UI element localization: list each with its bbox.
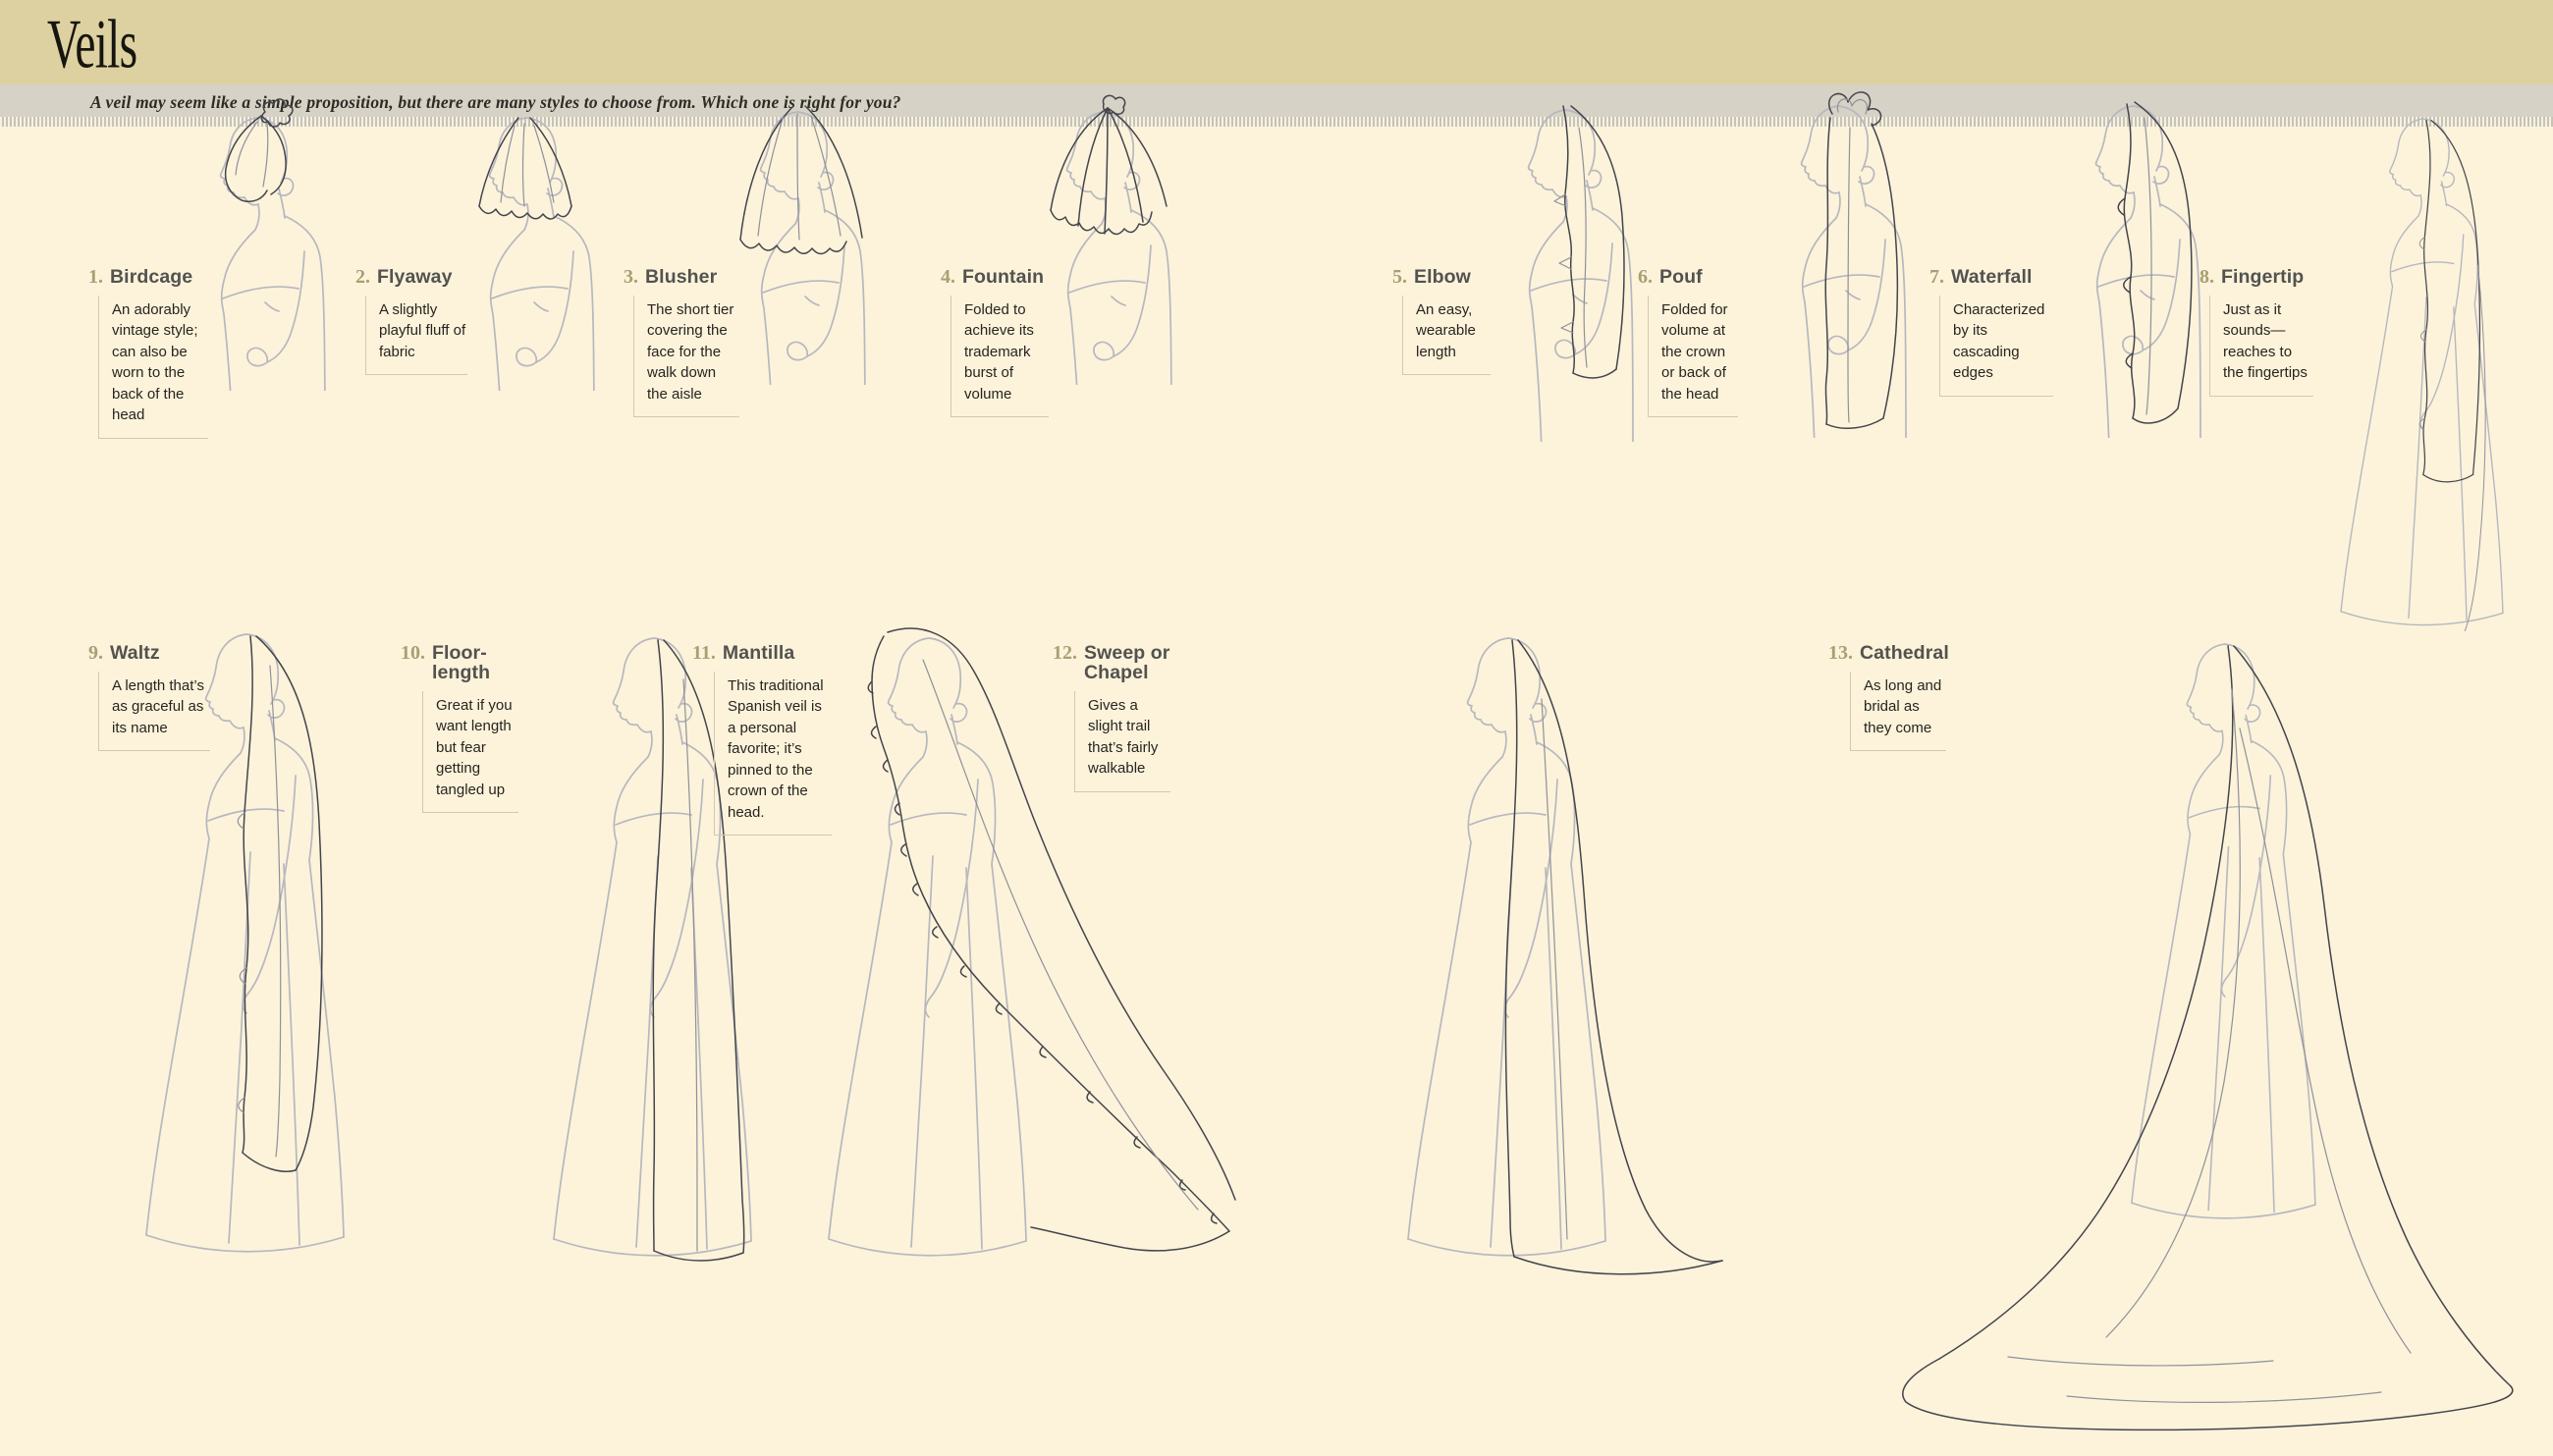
- veil-number: 13.: [1828, 643, 1853, 664]
- veil-entry-heading: 5. Elbow: [1392, 267, 1491, 288]
- veil-entry-birdcage: 1. Birdcage An adorably vintage style; c…: [88, 267, 208, 439]
- illustration-pouf: [1728, 84, 1934, 438]
- veil-number: 7.: [1929, 267, 1944, 288]
- veil-entry-heading: 3. Blusher: [624, 267, 739, 288]
- veil-description: Folded to achieve its trademark burst of…: [951, 296, 1049, 417]
- illustration-fingertip: [2306, 96, 2547, 660]
- veil-entry-heading: 4. Fountain: [941, 267, 1049, 288]
- veil-name: Waterfall: [1951, 267, 2033, 287]
- veil-entry-waltz: 9. Waltz A length that’s as graceful as …: [88, 643, 210, 751]
- veil-name: Fountain: [962, 267, 1044, 287]
- veil-entry-heading: 6. Pouf: [1638, 267, 1738, 288]
- veil-number: 9.: [88, 643, 103, 664]
- veil-entry-heading: 2. Flyaway: [355, 267, 467, 288]
- veil-entry-elbow: 5. Elbow An easy, wearable length: [1392, 267, 1491, 375]
- veil-description: An adorably vintage style; can also be w…: [98, 296, 208, 439]
- veil-number: 8.: [2200, 267, 2214, 288]
- veils-guide-page: Veils A veil may seem like a simple prop…: [0, 0, 2553, 1456]
- veil-entry-heading: 1. Birdcage: [88, 267, 208, 288]
- veil-name: Waltz: [110, 643, 160, 663]
- illustration-mantilla: [786, 611, 1257, 1298]
- veil-entry-heading: 9. Waltz: [88, 643, 210, 664]
- veil-name: Elbow: [1414, 267, 1471, 287]
- page-title: Veils: [47, 10, 136, 80]
- veil-entry-waterfall: 7. Waterfall Characterized by its cascad…: [1929, 267, 2053, 397]
- veil-number: 6.: [1638, 267, 1653, 288]
- veil-number: 5.: [1392, 267, 1407, 288]
- veil-number: 12.: [1053, 643, 1077, 664]
- veil-entry-cathedral: 13. Cathedral As long and bridal as they…: [1828, 643, 1949, 751]
- veil-entry-heading: 12. Sweep or Chapel: [1053, 643, 1180, 683]
- veil-description: Great if you want length but fear gettin…: [422, 691, 518, 813]
- illustration-waterfall: [2023, 84, 2229, 438]
- veil-description: This traditional Spanish veil is a perso…: [714, 672, 832, 836]
- veil-description: As long and bridal as they come: [1850, 672, 1946, 751]
- veil-entry-mantilla: 11. Mantilla This traditional Spanish ve…: [692, 643, 832, 836]
- veil-entry-fingertip: 8. Fingertip Just as it sounds— reaches …: [2200, 267, 2313, 397]
- veil-name: Floor-length: [432, 643, 503, 683]
- veil-number: 2.: [355, 267, 370, 288]
- veil-number: 3.: [624, 267, 638, 288]
- veil-entry-heading: 7. Waterfall: [1929, 267, 2053, 288]
- veil-description: Just as it sounds— reaches to the finger…: [2209, 296, 2313, 397]
- veil-number: 1.: [88, 267, 103, 288]
- veil-description: Characterized by its cascading edges: [1939, 296, 2053, 397]
- header-band: [0, 0, 2553, 84]
- veil-entry-floor-length: 10. Floor-length Great if you want lengt…: [401, 643, 518, 813]
- veil-name: Blusher: [645, 267, 717, 287]
- veil-name: Flyaway: [377, 267, 453, 287]
- veil-entry-flyaway: 2. Flyaway A slightly playful fluff of f…: [355, 267, 467, 375]
- veil-entry-fountain: 4. Fountain Folded to achieve its tradem…: [941, 267, 1049, 417]
- veil-description: A slightly playful fluff of fabric: [365, 296, 467, 375]
- veil-entry-heading: 8. Fingertip: [2200, 267, 2313, 288]
- veil-name: Sweep or Chapel: [1084, 643, 1180, 683]
- veil-description: An easy, wearable length: [1402, 296, 1491, 375]
- veil-number: 4.: [941, 267, 955, 288]
- veil-name: Fingertip: [2221, 267, 2304, 287]
- illustration-sweep-or-chapel: [1365, 611, 1758, 1298]
- veil-description: Gives a slight trail that’s fairly walka…: [1074, 691, 1170, 792]
- veil-number: 10.: [401, 643, 425, 664]
- veil-description: A length that’s as graceful as its name: [98, 672, 210, 751]
- veil-description: The short tier covering the face for the…: [633, 296, 739, 417]
- veil-entry-heading: 11. Mantilla: [692, 643, 832, 664]
- veil-name: Pouf: [1659, 267, 1703, 287]
- illustration-elbow: [1455, 88, 1661, 442]
- veil-name: Cathedral: [1860, 643, 1949, 663]
- veil-entry-heading: 10. Floor-length: [401, 643, 518, 683]
- veil-name: Mantilla: [723, 643, 794, 663]
- veil-name: Birdcage: [110, 267, 192, 287]
- veil-entry-blusher: 3. Blusher The short tier covering the f…: [624, 267, 739, 417]
- veil-entry-pouf: 6. Pouf Folded for volume at the crown o…: [1638, 267, 1738, 417]
- veil-description: Folded for volume at the crown or back o…: [1648, 296, 1738, 417]
- veil-number: 11.: [692, 643, 716, 664]
- veil-entry-heading: 13. Cathedral: [1828, 643, 1949, 664]
- veil-entry-sweep-or-chapel: 12. Sweep or Chapel Gives a slight trail…: [1053, 643, 1180, 792]
